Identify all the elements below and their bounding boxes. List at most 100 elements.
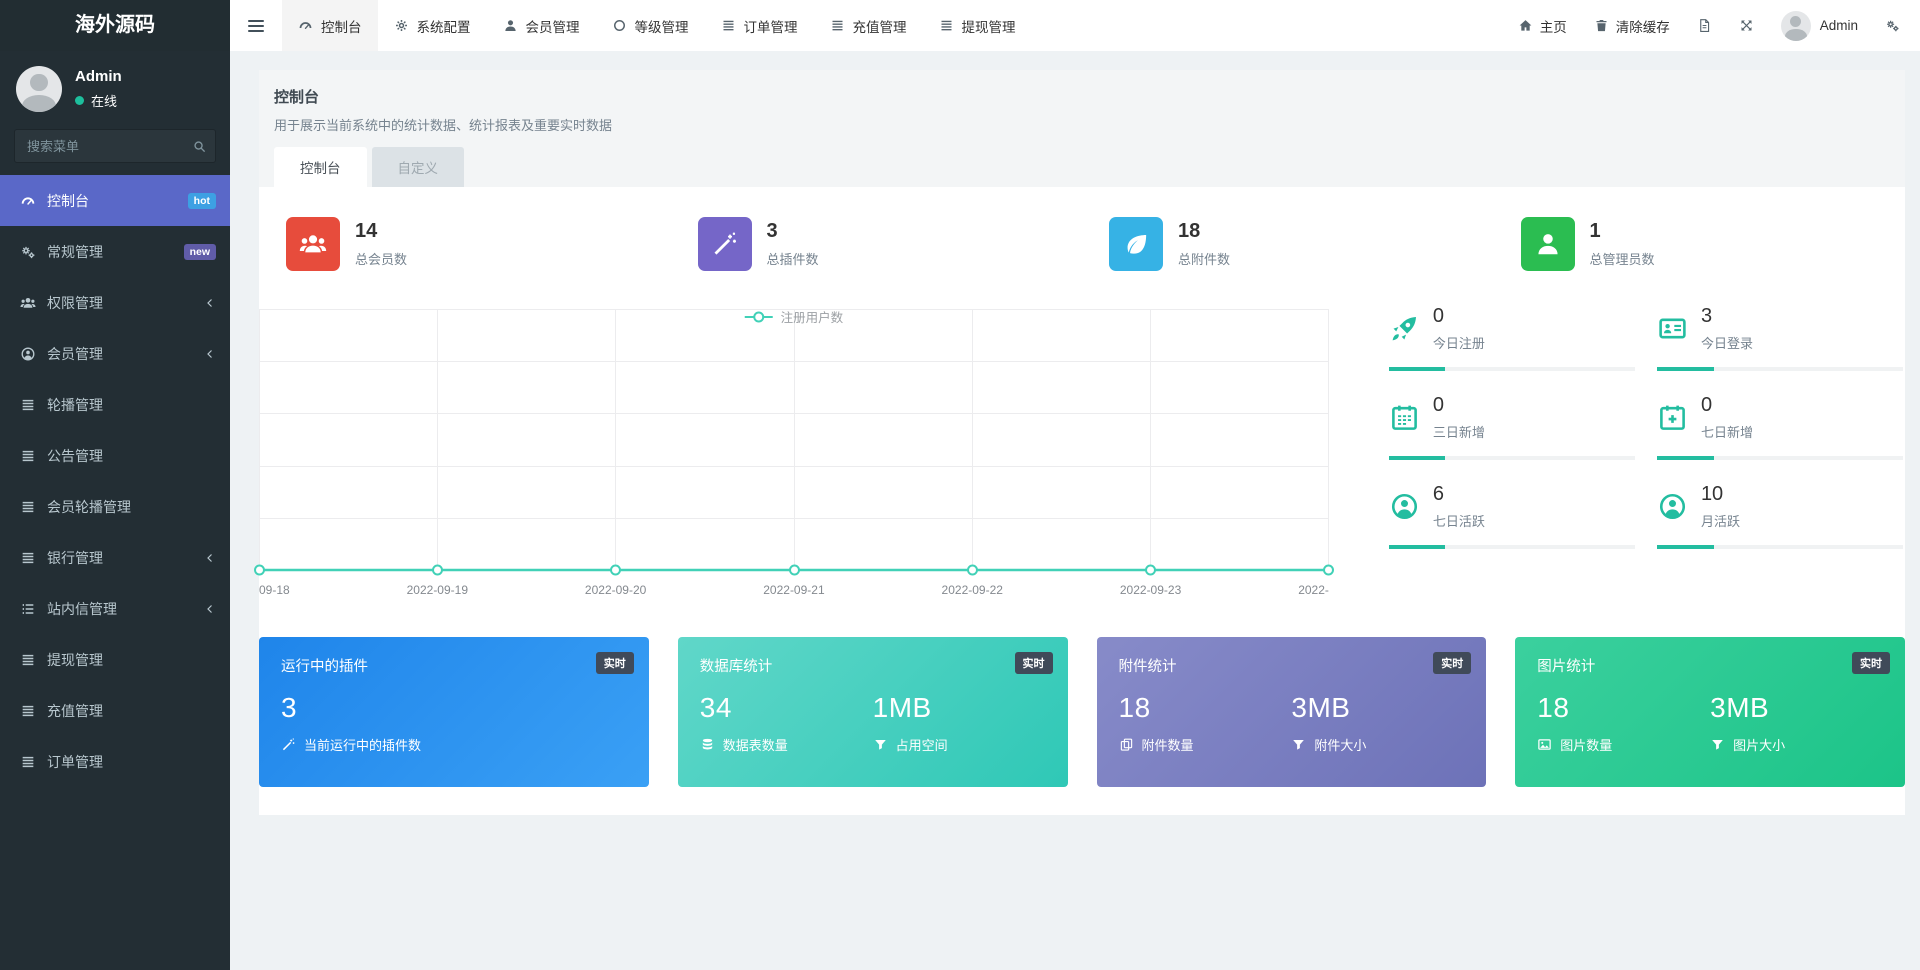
sidebar-item[interactable]: 控制台hot: [0, 175, 230, 226]
gauge-icon: [20, 193, 36, 209]
quick-stat-item: 0今日注册: [1389, 305, 1635, 371]
sidebar-item[interactable]: 公告管理: [0, 430, 230, 481]
panel-tab[interactable]: 自定义: [372, 147, 465, 187]
database-icon: [700, 737, 715, 752]
admin-menu[interactable]: Admin: [1781, 11, 1858, 41]
topbar-tab[interactable]: 提现管理: [923, 0, 1032, 51]
sidebar-item[interactable]: 银行管理: [0, 532, 230, 583]
card-value: 18: [1537, 692, 1710, 724]
sidebar-item[interactable]: 会员轮播管理: [0, 481, 230, 532]
avatar[interactable]: [16, 66, 62, 112]
topbar-tab[interactable]: 会员管理: [487, 0, 596, 51]
card-metric-label: 图片数量: [1537, 735, 1710, 754]
topbar-tab[interactable]: 系统配置: [378, 0, 487, 51]
sidebar: 海外源码 Admin 在线 控制台hot常规管理new权限管理会员管理轮播管理公…: [0, 0, 230, 970]
quick-stat-progress: [1657, 545, 1903, 549]
angle-left-icon: [204, 297, 216, 309]
topbar-tab-label: 等级管理: [635, 16, 689, 36]
list-ul-icon: [20, 601, 36, 617]
clear-cache-link[interactable]: 清除缓存: [1594, 16, 1670, 36]
quick-stat-value: 10: [1701, 483, 1903, 506]
card-columns: 34数据表数量1MB占用空间: [700, 692, 1046, 754]
x-axis-tick-label: 2022-09-24: [1298, 583, 1329, 597]
fullscreen-button[interactable]: [1739, 18, 1754, 33]
card-metric-text: 当前运行中的插件数: [304, 735, 421, 754]
card-metric-text: 图片数量: [1560, 735, 1612, 754]
docs-button[interactable]: [1697, 18, 1712, 33]
search-input[interactable]: [14, 129, 216, 163]
card-value: 3MB: [1291, 692, 1464, 724]
sidebar-item[interactable]: 站内信管理: [0, 583, 230, 634]
image-icon: [1537, 737, 1552, 752]
panel-tab[interactable]: 控制台: [274, 147, 367, 187]
sidebar-toggle-button[interactable]: [230, 0, 282, 51]
topbar-tab[interactable]: 等级管理: [596, 0, 705, 51]
home-link[interactable]: 主页: [1518, 16, 1567, 36]
sidebar-item[interactable]: 常规管理 new: [0, 226, 230, 277]
user-status: 在线: [75, 91, 122, 110]
quick-stat-icon-box: [1657, 313, 1701, 344]
bars-icon: [20, 499, 36, 515]
summary-card: 图片统计实时18图片数量3MB图片大小: [1515, 637, 1905, 787]
quick-stat-value: 0: [1433, 394, 1635, 417]
card-column: 3MB图片大小: [1710, 692, 1883, 754]
stat-item: 18总附件数: [1082, 217, 1494, 271]
admin-name: Admin: [1820, 18, 1858, 33]
card-column: 18 附件数量: [1119, 692, 1292, 754]
bars-icon: [20, 754, 36, 770]
topbar-tab[interactable]: 控制台: [282, 0, 378, 51]
stat-value: 1: [1590, 220, 1655, 243]
settings-button[interactable]: [1885, 18, 1900, 33]
summary-card: 数据库统计实时34数据表数量1MB占用空间: [678, 637, 1068, 787]
quick-stat-progress: [1657, 367, 1903, 371]
topbar-tab[interactable]: 订单管理: [705, 0, 814, 51]
card-metric-text: 附件数量: [1142, 735, 1194, 754]
card-column: 1MB占用空间: [873, 692, 1046, 754]
sidebar-item-label: 会员轮播管理: [47, 497, 131, 517]
sidebar-item-label: 充值管理: [47, 701, 103, 721]
user-circle-icon: [1657, 491, 1688, 522]
sidebar-badge: new: [184, 244, 216, 260]
stat-item: 14总会员数: [259, 217, 671, 271]
sidebar-item[interactable]: 会员管理: [0, 328, 230, 379]
card-column: 34数据表数量: [700, 692, 873, 754]
sidebar-item[interactable]: 订单管理: [0, 736, 230, 787]
bars-icon: [20, 703, 36, 719]
quick-stat-label: 七日新增: [1701, 422, 1903, 441]
sidebar-item[interactable]: 权限管理: [0, 277, 230, 328]
quick-stat-icon-box: [1657, 402, 1701, 433]
card-metric-label: 占用空间: [873, 735, 1046, 754]
card-columns: 18 图片数量 3MB图片大小: [1537, 692, 1883, 754]
quick-stat-text: 10月活跃: [1701, 483, 1903, 530]
main-area: 控制台系统配置会员管理等级管理订单管理充值管理提现管理 主页 清除缓存 Admi…: [230, 0, 1920, 970]
sidebar-item[interactable]: 轮播管理: [0, 379, 230, 430]
sidebar-item[interactable]: 充值管理: [0, 685, 230, 736]
quick-stat-label: 今日登录: [1701, 333, 1903, 352]
filter-icon: [1291, 737, 1306, 752]
card-columns: 18附件数量3MB附件大小: [1119, 692, 1465, 754]
user-status-label: 在线: [91, 91, 117, 110]
stat-text: 1 总管理员数: [1590, 220, 1655, 268]
card-column: 18 图片数量: [1537, 692, 1710, 754]
topbar-tab[interactable]: 充值管理: [814, 0, 923, 51]
quick-stat-text: 3今日登录: [1701, 305, 1903, 352]
sidebar-item[interactable]: 提现管理: [0, 634, 230, 685]
card-value: 3MB: [1710, 692, 1883, 724]
calendar-plus-icon: [1657, 402, 1688, 433]
card-value: 18: [1119, 692, 1292, 724]
chart-legend[interactable]: 注册用户数: [745, 307, 844, 326]
sidebar-item-label: 常规管理: [47, 242, 103, 262]
bars-icon: [20, 448, 36, 464]
hamburger-icon: [248, 17, 264, 35]
topbar-tab-label: 提现管理: [962, 16, 1016, 36]
chart-data-point: [433, 566, 442, 575]
stat-label: 总管理员数: [1590, 249, 1655, 268]
stat-text: 3总插件数: [767, 220, 819, 268]
quick-stat-text: 0今日注册: [1433, 305, 1635, 352]
stat-value: 3: [767, 220, 819, 243]
expand-icon: [1739, 18, 1754, 33]
leaf-icon: [1122, 230, 1150, 258]
card-metric-text: 数据表数量: [723, 735, 788, 754]
search-button[interactable]: [192, 138, 207, 154]
card-columns: 3当前运行中的插件数: [281, 692, 627, 754]
